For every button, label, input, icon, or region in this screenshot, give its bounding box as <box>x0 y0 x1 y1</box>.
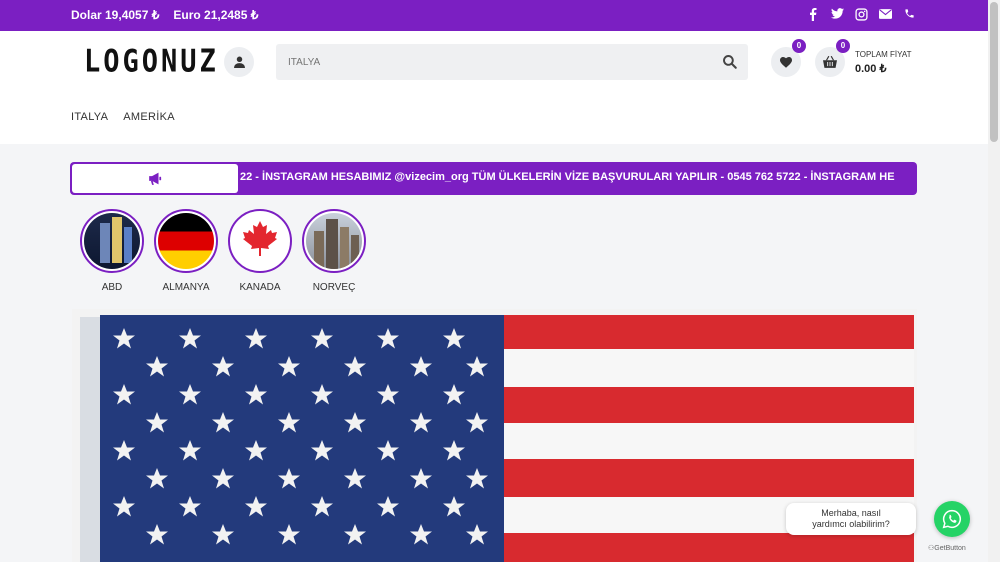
story-almanya[interactable]: ALMANYA <box>154 209 218 293</box>
abd-thumbnail <box>84 213 140 269</box>
exchange-rates: Dolar 19,4057 ₺ Euro 21,2485 ₺ <box>71 8 258 22</box>
story-label: ABD <box>101 282 123 293</box>
cart-count-badge: 0 <box>836 39 850 53</box>
user-icon <box>233 56 245 68</box>
site-logo[interactable]: LOGONUZ <box>84 44 219 80</box>
announcement-text: 22 - İNSTAGRAM HESABIMIZ @vizecim_org TÜ… <box>240 171 895 183</box>
euro-rate: Euro 21,2485 ₺ <box>173 8 259 22</box>
cart-button[interactable]: 0 <box>815 39 850 77</box>
dollar-rate: Dolar 19,4057 ₺ <box>71 8 160 22</box>
whatsapp-greeting-bubble[interactable]: Merhaba, nasıl yardımcı olabilirim? <box>786 503 916 535</box>
cart-total[interactable]: TOPLAM FİYAT 0.00 ₺ <box>855 50 911 75</box>
wishlist-count-badge: 0 <box>792 39 806 53</box>
nav-item-italya[interactable]: ITALYA <box>71 111 108 123</box>
country-stories: ABD ALMANYA KANADA NORVEÇ <box>80 209 366 293</box>
nav-item-amerika[interactable]: AMERİKA <box>123 111 175 123</box>
story-ring <box>154 209 218 273</box>
heart-icon <box>780 56 792 68</box>
announcement-bar: 22 - İNSTAGRAM HESABIMIZ @vizecim_org TÜ… <box>70 162 917 195</box>
whatsapp-icon <box>942 509 961 529</box>
whatsapp-greeting-line2: yardımcı olabilirim? <box>812 519 890 529</box>
facebook-icon[interactable] <box>806 8 820 22</box>
search-bar <box>276 44 748 80</box>
norway-thumbnail <box>306 213 362 269</box>
page-scrollbar[interactable] <box>988 0 1000 562</box>
total-price-value: 0.00 ₺ <box>855 63 887 75</box>
account-button[interactable] <box>224 47 254 77</box>
top-bar: Dolar 19,4057 ₺ Euro 21,2485 ₺ <box>0 0 988 31</box>
mail-icon[interactable] <box>878 8 892 22</box>
canada-flag-thumbnail <box>232 213 288 269</box>
announcement-icon-box <box>72 164 238 193</box>
story-ring <box>302 209 366 273</box>
phone-icon[interactable] <box>902 8 916 22</box>
whatsapp-button[interactable] <box>934 501 970 537</box>
main-nav: ITALYA AMERİKA <box>71 111 175 123</box>
instagram-icon[interactable] <box>854 8 868 22</box>
total-price-label: TOPLAM FİYAT <box>855 50 912 59</box>
wishlist-button[interactable]: 0 <box>771 39 806 77</box>
search-icon[interactable] <box>722 54 738 70</box>
social-links <box>806 8 916 22</box>
story-kanada[interactable]: KANADA <box>228 209 292 293</box>
getbutton-label: GetButton <box>934 545 966 552</box>
story-norvec[interactable]: NORVEÇ <box>302 209 366 293</box>
scrollbar-thumb[interactable] <box>990 2 998 142</box>
basket-icon <box>823 56 837 68</box>
germany-flag-thumbnail <box>158 213 214 269</box>
story-label: KANADA <box>239 282 281 293</box>
search-input[interactable] <box>276 44 716 80</box>
site-header: LOGONUZ 0 0 TOPLAM FİYAT 0.00 ₺ ITALYA A… <box>0 31 988 144</box>
whatsapp-greeting-line1: Merhaba, nasıl <box>821 508 881 518</box>
story-label: NORVEÇ <box>312 282 356 293</box>
story-ring <box>80 209 144 273</box>
story-ring <box>228 209 292 273</box>
twitter-icon[interactable] <box>830 8 844 22</box>
story-label: ALMANYA <box>162 282 210 293</box>
story-abd[interactable]: ABD <box>80 209 144 293</box>
getbutton-brand[interactable]: ⚇GetButton <box>928 544 966 552</box>
megaphone-icon <box>149 172 162 185</box>
